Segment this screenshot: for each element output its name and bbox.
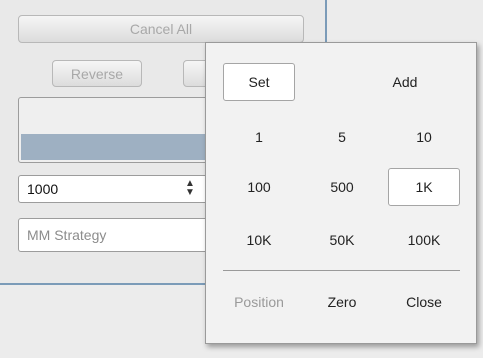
quantity-popup: Set Add 1 5 10 100 500 1K 10K 50K 100K P… [205,42,477,344]
spinner-arrows-icon[interactable]: ▲ ▼ [185,179,195,198]
qty-1k-button[interactable]: 1K [388,168,460,206]
cancel-all-button[interactable]: Cancel All [18,15,304,43]
qty-500-button[interactable]: 500 [306,168,378,206]
strategy-placeholder: MM Strategy [27,227,107,243]
qty-1-button[interactable]: 1 [223,118,295,156]
qty-100k-button[interactable]: 100K [388,221,460,259]
qty-5-button[interactable]: 5 [306,118,378,156]
qty-50k-button[interactable]: 50K [306,221,378,259]
qty-10-button[interactable]: 10 [388,118,460,156]
qty-100-button[interactable]: 100 [223,168,295,206]
quantity-value: 1000 [27,181,59,197]
reverse-button[interactable]: Reverse [52,60,142,87]
mode-set-button[interactable]: Set [223,63,295,101]
close-button[interactable]: Close [388,283,460,321]
position-button[interactable]: Position [223,283,295,321]
mode-add-button[interactable]: Add [369,63,441,101]
divider [223,270,460,271]
qty-10k-button[interactable]: 10K [223,221,295,259]
zero-button[interactable]: Zero [306,283,378,321]
